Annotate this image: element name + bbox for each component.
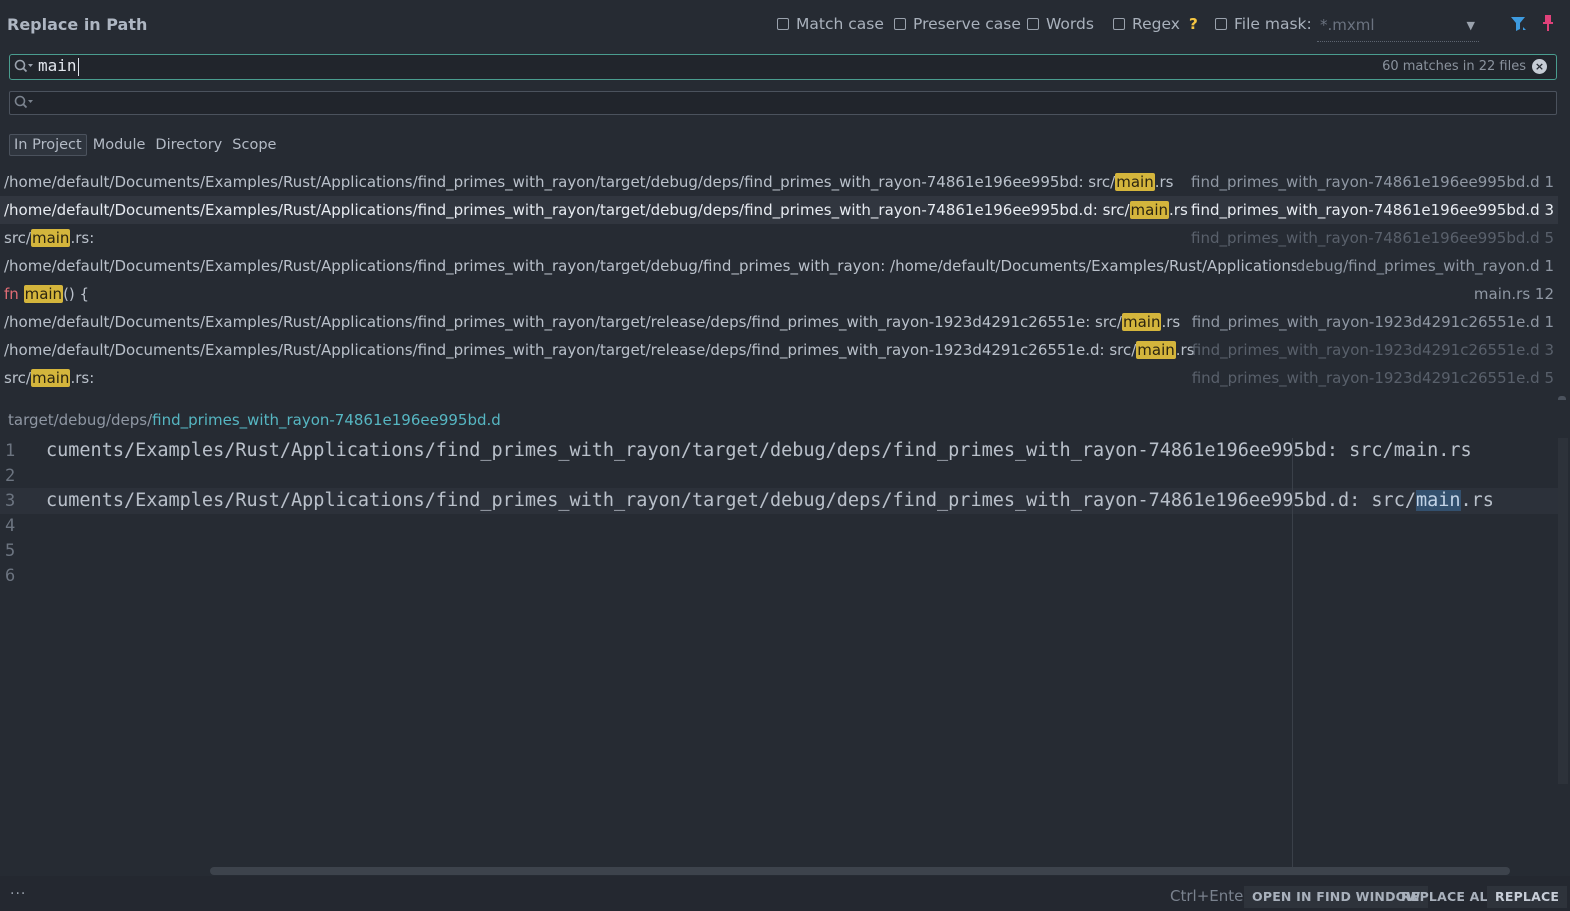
keyword-text: fn <box>4 285 19 303</box>
search-input[interactable]: main 60 matches in 22 files × <box>9 54 1557 80</box>
result-row-selected[interactable]: /home/default/Documents/Examples/Rust/Ap… <box>0 196 1558 224</box>
result-path: /home/default/Documents/Examples/Rust/Ap… <box>4 201 1130 219</box>
scope-tabs: In Project Module Directory Scope <box>9 134 282 156</box>
tab-module[interactable]: Module <box>89 135 150 155</box>
result-row[interactable]: src/main.rs: find_primes_with_rayon-1923… <box>0 364 1558 392</box>
replace-button[interactable]: REPLACE <box>1487 886 1568 908</box>
result-location: find_primes_with_rayon-1923d4291c26551e.… <box>1191 369 1554 387</box>
preview-path: target/debug/deps/find_primes_with_rayon… <box>8 411 501 429</box>
result-suffix: .rs <box>1161 313 1181 331</box>
code-preview[interactable]: 1 2 3 4 5 6 cuments/Examples/Rust/Applic… <box>0 438 1570 873</box>
result-row[interactable]: /home/default/Documents/Examples/Rust/Ap… <box>0 168 1558 196</box>
result-row[interactable]: /home/default/Documents/Examples/Rust/Ap… <box>0 336 1558 364</box>
match-highlight: main <box>23 285 64 303</box>
preserve-case-label: Preserve case <box>913 15 1021 33</box>
file-mask-value: *.mxml <box>1320 16 1375 34</box>
filter-icon[interactable] <box>1510 16 1528 36</box>
line-number: 2 <box>5 466 16 486</box>
words-label: Words <box>1046 15 1094 33</box>
result-location: find_primes_with_rayon-74861e196ee995bd.… <box>1191 173 1554 191</box>
code-line-current: cuments/Examples/Rust/Applications/find_… <box>46 490 1568 511</box>
result-location: find_primes_with_rayon-1923d4291c26551e.… <box>1191 341 1554 359</box>
line-number: 4 <box>5 516 16 536</box>
match-highlight: main <box>1136 341 1176 359</box>
result-path: /home/default/Documents/Examples/Rust/Ap… <box>4 341 1137 359</box>
match-highlight: main <box>30 369 71 387</box>
code-line: cuments/Examples/Rust/Applications/find_… <box>46 440 1472 461</box>
preview-path-prefix: target/debug/deps/ <box>8 411 153 429</box>
preview-filename[interactable]: find_primes_with_rayon-74861e196ee995bd.… <box>152 411 501 429</box>
tab-scope[interactable]: Scope <box>228 135 280 155</box>
results-list: /home/default/Documents/Examples/Rust/Ap… <box>0 168 1570 400</box>
tab-directory[interactable]: Directory <box>151 135 226 155</box>
result-row[interactable]: fn main() { main.rs 12 <box>0 280 1558 308</box>
match-highlight: main <box>1122 313 1162 331</box>
result-location: find_primes_with_rayon-1923d4291c26551e.… <box>1191 313 1554 331</box>
replace-input[interactable] <box>9 91 1557 115</box>
search-icon[interactable] <box>14 95 34 113</box>
horizontal-scrollbar[interactable] <box>210 867 1510 875</box>
chevron-down-icon: ▼ <box>1466 19 1475 32</box>
match-count: 60 matches in 22 files <box>1382 59 1526 74</box>
result-location: find_primes_with_rayon-74861e196ee995bd.… <box>1191 201 1554 219</box>
result-path: /home/default/Documents/Examples/Rust/Ap… <box>4 313 1122 331</box>
line-number: 1 <box>5 441 16 461</box>
line-number: 3 <box>5 491 16 511</box>
search-query: main <box>38 56 77 75</box>
regex-help-link[interactable]: ? <box>1189 15 1198 33</box>
result-path: /home/default/Documents/Examples/Rust/Ap… <box>4 257 1340 275</box>
result-suffix: .rs <box>1154 173 1174 191</box>
regex-checkbox[interactable] <box>1113 18 1125 30</box>
line-number: 6 <box>5 566 16 586</box>
regex-label: Regex <box>1132 15 1180 33</box>
line-number: 5 <box>5 541 16 561</box>
result-suffix: .rs <box>1169 201 1188 219</box>
result-row[interactable]: src/main.rs: find_primes_with_rayon-7486… <box>0 224 1558 252</box>
result-row[interactable]: /home/default/Documents/Examples/Rust/Ap… <box>0 252 1558 280</box>
more-options-icon[interactable]: ... <box>10 882 26 898</box>
words-option[interactable]: Words <box>1027 15 1094 33</box>
dialog-title: Replace in Path <box>7 15 148 34</box>
match-case-checkbox[interactable] <box>777 18 789 30</box>
result-suffix: .rs: <box>70 369 95 387</box>
match-highlight: main <box>1115 173 1155 191</box>
text-caret <box>77 57 79 76</box>
code-text: cuments/Examples/Rust/Applications/find_… <box>46 490 1416 511</box>
result-suffix: () { <box>63 285 90 303</box>
result-path: src/ <box>4 369 31 387</box>
match-case-option[interactable]: Match case <box>777 15 884 33</box>
match-case-label: Match case <box>796 15 884 33</box>
words-checkbox[interactable] <box>1027 18 1039 30</box>
code-match-highlight: main <box>1415 490 1461 511</box>
file-mask-checkbox[interactable] <box>1215 18 1227 30</box>
preserve-case-checkbox[interactable] <box>894 18 906 30</box>
results-scrollbar[interactable] <box>1558 396 1566 400</box>
result-location: find_primes_with_rayon-74861e196ee995bd.… <box>1191 229 1554 247</box>
code-text: .rs <box>1460 490 1494 511</box>
match-highlight: main <box>1129 201 1170 219</box>
file-mask-dropdown[interactable]: *.mxml ▼ <box>1317 13 1479 42</box>
result-suffix: .rs: <box>70 229 95 247</box>
dialog-header: Replace in Path Match case Preserve case… <box>0 0 1570 50</box>
pin-icon[interactable] <box>1542 14 1554 36</box>
preserve-case-option[interactable]: Preserve case <box>894 15 1021 33</box>
result-path: src/ <box>4 229 31 247</box>
regex-option[interactable]: Regex ? <box>1113 15 1198 33</box>
match-highlight: main <box>30 229 71 247</box>
result-row[interactable]: /home/default/Documents/Examples/Rust/Ap… <box>0 308 1558 336</box>
file-mask-option[interactable]: File mask: <box>1215 15 1312 33</box>
file-mask-label: File mask: <box>1234 15 1312 33</box>
clear-icon[interactable]: × <box>1532 59 1547 74</box>
result-path: /home/default/Documents/Examples/Rust/Ap… <box>4 173 1116 191</box>
result-location: main.rs 12 <box>1473 285 1554 303</box>
editor-scrollbar[interactable] <box>1558 438 1568 784</box>
tab-in-project[interactable]: In Project <box>9 134 87 156</box>
result-location: debug/find_primes_with_rayon.d 1 <box>1295 257 1554 275</box>
shortcut-hint: Ctrl+Enter <box>1170 887 1250 905</box>
search-icon[interactable] <box>14 59 34 77</box>
